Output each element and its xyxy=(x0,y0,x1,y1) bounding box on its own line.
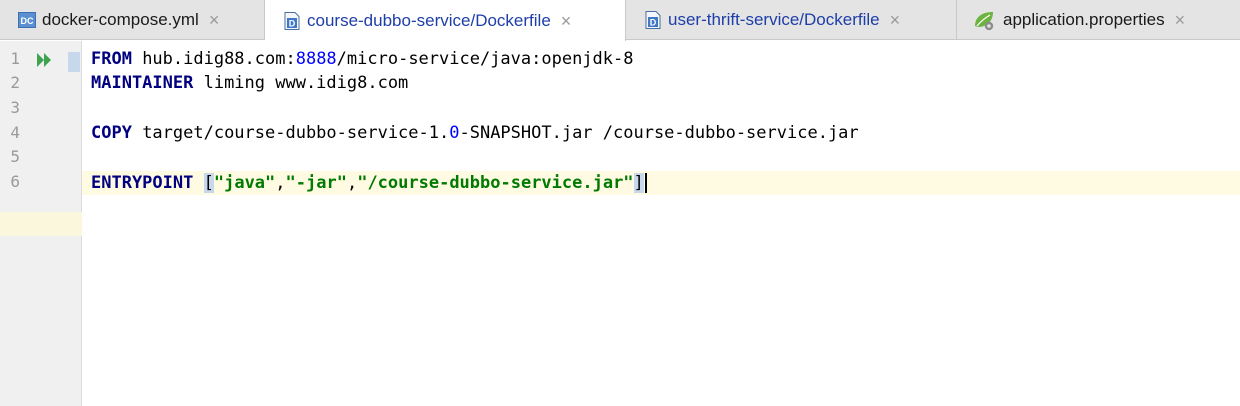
text-token: target/course-dubbo-service-1. xyxy=(131,123,450,143)
number-token: 8888 xyxy=(295,49,337,69)
tab-label: application.properties xyxy=(1003,10,1165,29)
dockerfile-icon: D xyxy=(644,11,662,29)
svg-text:D: D xyxy=(650,18,657,28)
fold-marker[interactable] xyxy=(68,52,80,72)
text-token: , xyxy=(275,173,286,193)
line-number: 6 xyxy=(10,172,20,191)
editor-tab-bar: DC docker-compose.yml × D course-dubbo-s… xyxy=(0,0,1240,41)
docker-compose-icon: DC xyxy=(18,11,36,29)
tab-label: docker-compose.yml xyxy=(42,10,199,29)
text-token: /micro-service/java:openjdk-8 xyxy=(336,49,634,69)
bracket-open: [ xyxy=(203,173,214,193)
text-token: , xyxy=(346,173,358,193)
string-token: "/course-dubbo-service.jar" xyxy=(357,173,634,193)
svg-text:DC: DC xyxy=(21,16,34,26)
code-line-6: ENTRYPOINT ["java","-jar","/course-dubbo… xyxy=(91,171,647,195)
keyword-token: FROM xyxy=(91,49,132,69)
bracket-close: ] xyxy=(633,173,644,193)
close-icon[interactable]: × xyxy=(890,11,901,29)
close-icon[interactable]: × xyxy=(561,12,572,30)
tab-user-thrift-dockerfile[interactable]: D user-thrift-service/Dockerfile × xyxy=(626,0,957,40)
keyword-token: COPY xyxy=(91,123,132,143)
tab-docker-compose[interactable]: DC docker-compose.yml × xyxy=(0,0,265,40)
text-token: hub.idig88.com: xyxy=(131,49,296,69)
number-token: 0 xyxy=(449,123,460,143)
string-token: "java" xyxy=(213,173,276,193)
spring-leaf-icon xyxy=(973,11,997,31)
code-editor[interactable]: FROM hub.idig88.com:8888/micro-service/j… xyxy=(82,41,1240,406)
text-token: -SNAPSHOT.jar /course-dubbo-service.jar xyxy=(459,123,859,143)
keyword-token: ENTRYPOINT xyxy=(91,173,194,193)
close-icon[interactable]: × xyxy=(209,11,220,29)
tab-course-dubbo-dockerfile[interactable]: D course-dubbo-service/Dockerfile × xyxy=(265,0,626,41)
text-token: liming www.idig8.com xyxy=(193,73,409,93)
tab-label: user-thrift-service/Dockerfile xyxy=(668,10,880,29)
line-number: 1 xyxy=(10,49,20,68)
string-token: "-jar" xyxy=(285,173,347,193)
svg-text:D: D xyxy=(289,18,296,28)
line-gutter[interactable]: 1 2 3 4 5 6 xyxy=(0,41,82,406)
run-icon[interactable] xyxy=(36,52,54,73)
line-number: 3 xyxy=(10,98,20,117)
line-number: 2 xyxy=(10,73,20,92)
dockerfile-icon: D xyxy=(283,11,301,30)
code-line-4: COPY target/course-dubbo-service-1.0-SNA… xyxy=(91,121,859,145)
code-line-1: FROM hub.idig88.com:8888/micro-service/j… xyxy=(91,47,633,71)
code-line-2: MAINTAINER liming www.idig8.com xyxy=(91,71,408,95)
close-icon[interactable]: × xyxy=(1175,11,1186,29)
text-caret xyxy=(644,173,647,193)
line-number: 5 xyxy=(10,147,20,166)
tab-application-properties[interactable]: application.properties × xyxy=(957,0,1240,40)
line-number: 4 xyxy=(10,123,20,142)
keyword-token: MAINTAINER xyxy=(91,73,194,93)
tab-label: course-dubbo-service/Dockerfile xyxy=(307,10,551,30)
current-line-gutter-highlight xyxy=(0,212,82,236)
